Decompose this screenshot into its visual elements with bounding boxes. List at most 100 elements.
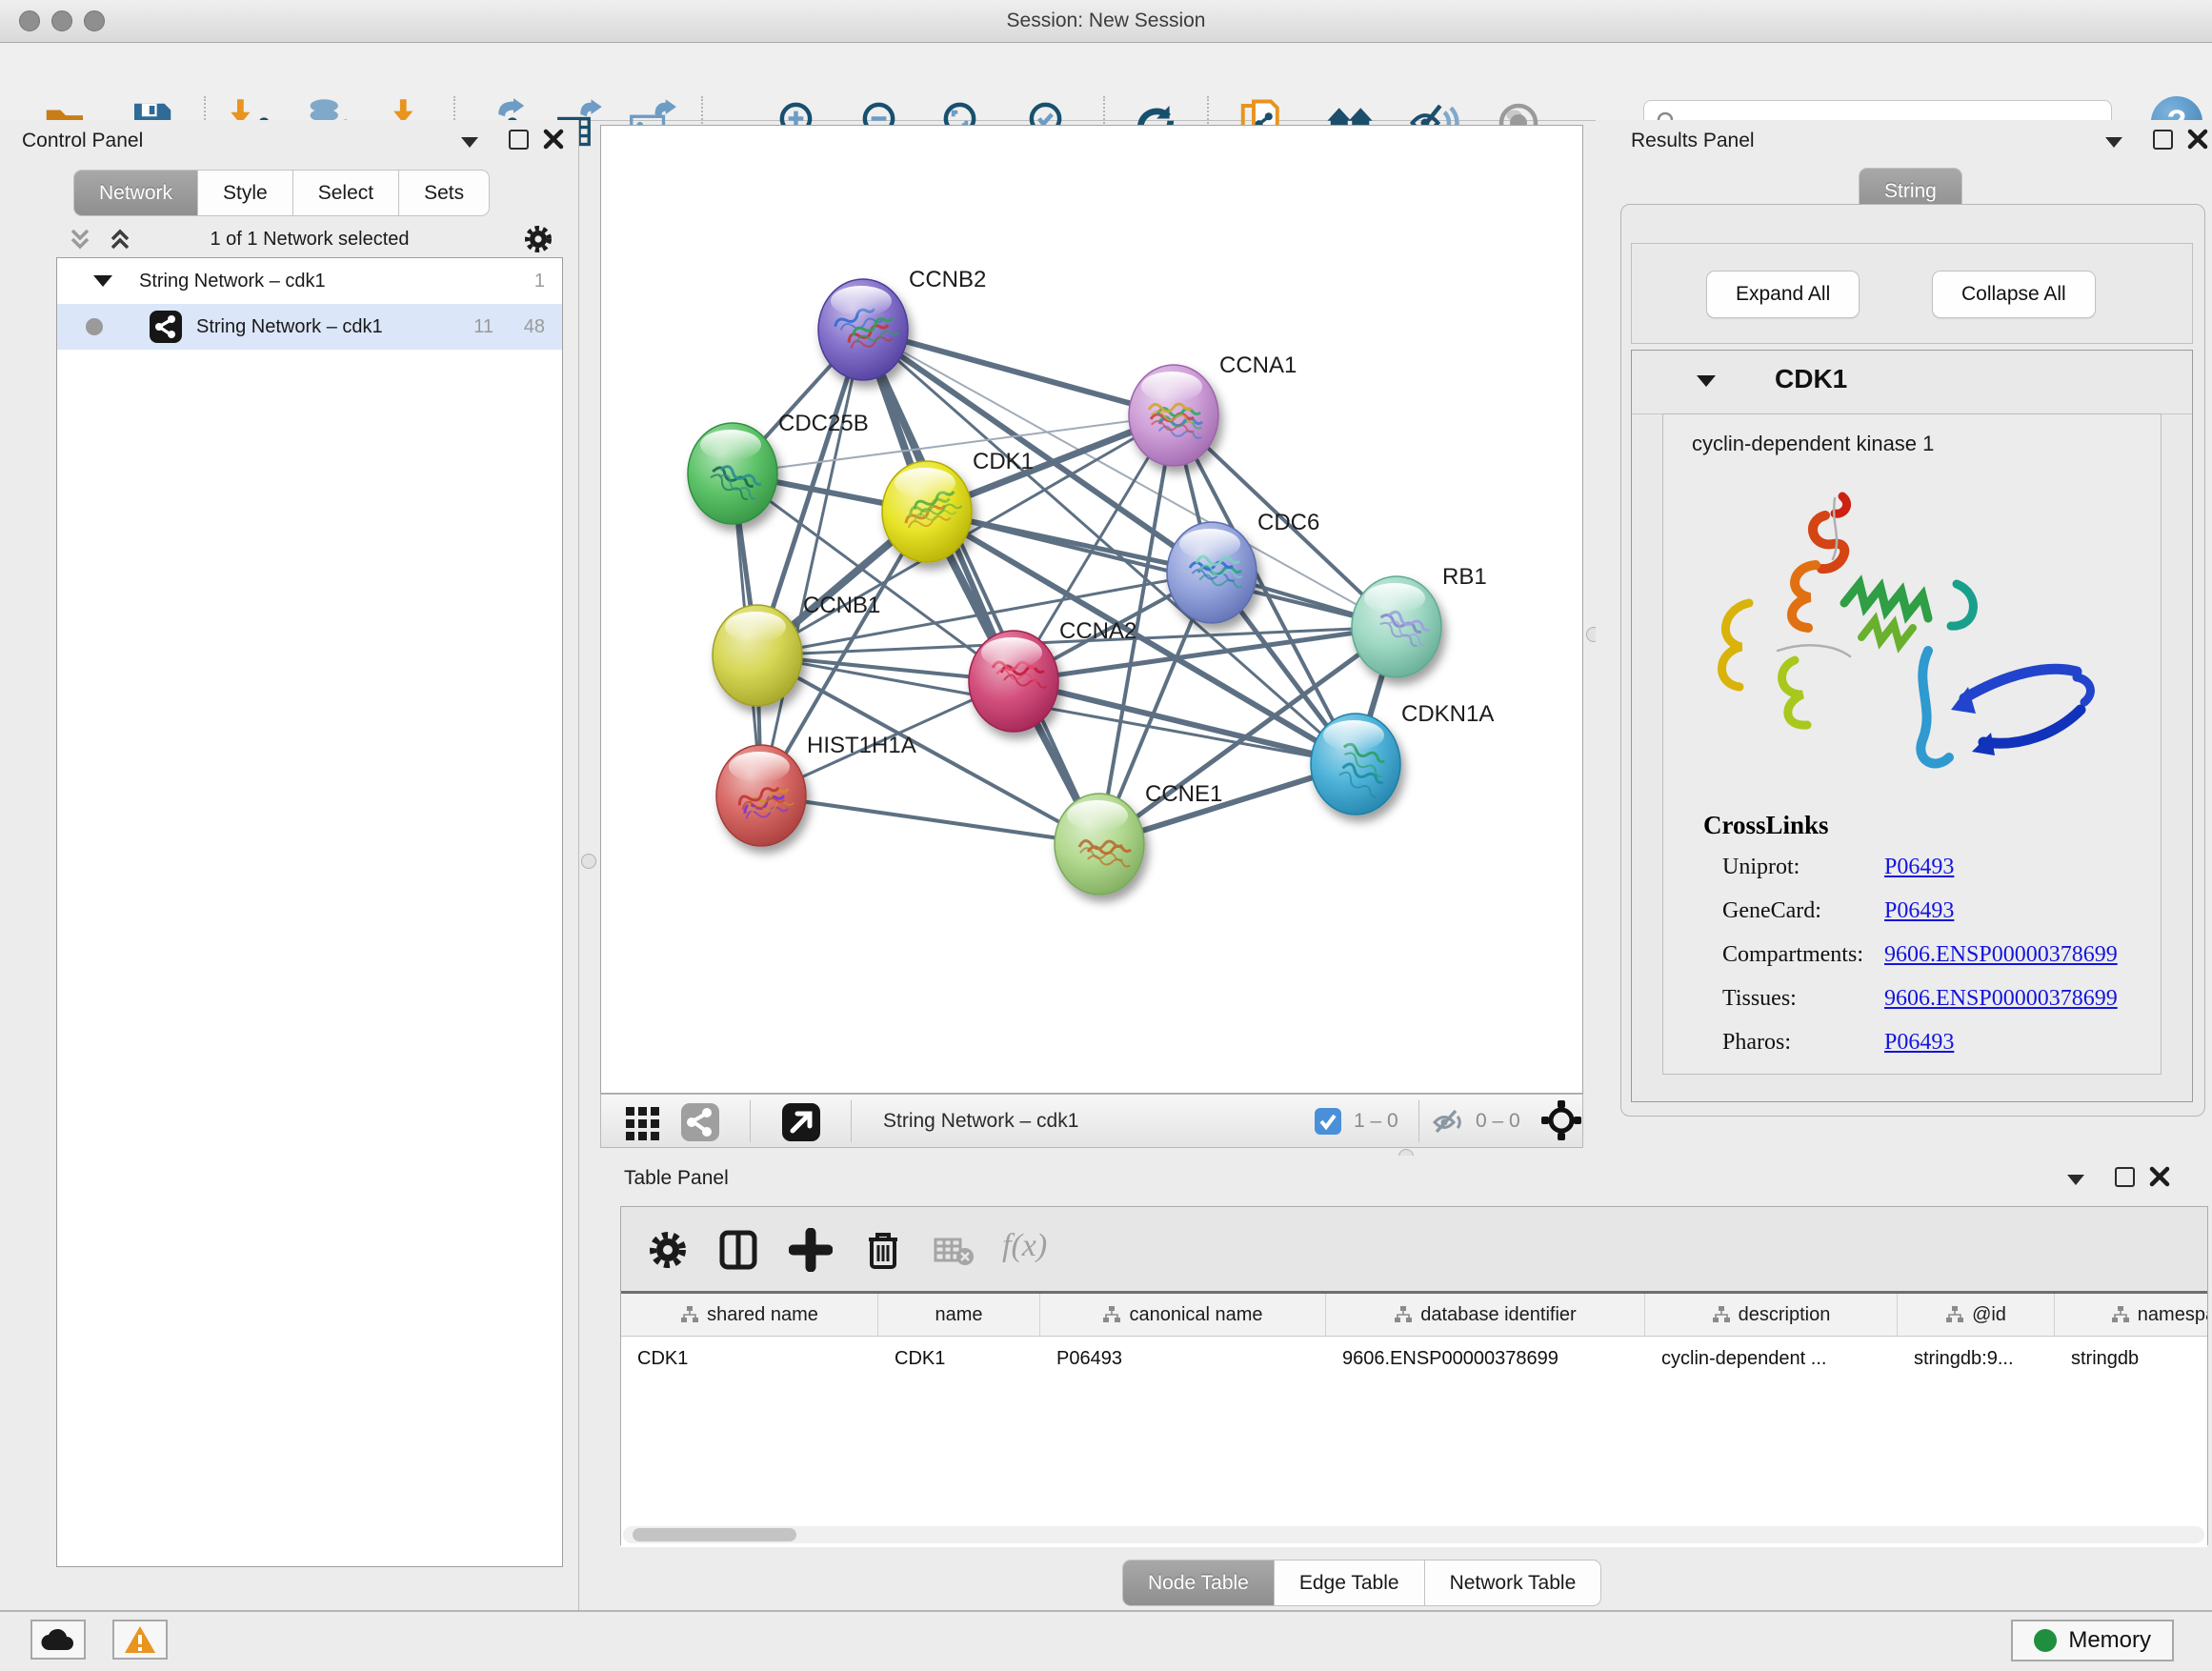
crosslink-link[interactable]: P06493 — [1884, 855, 1954, 879]
edge-CCNB2-CCNE1[interactable] — [863, 330, 1099, 844]
selected-checkbox-icon[interactable] — [1314, 1107, 1342, 1136]
column-header-description[interactable]: description — [1645, 1294, 1898, 1336]
show-columns-icon[interactable] — [716, 1228, 760, 1272]
crosslink-link[interactable]: 9606.ENSP00000378699 — [1884, 986, 2118, 1011]
table-row[interactable]: CDK1CDK1P064939606.ENSP00000378699cyclin… — [621, 1337, 2207, 1380]
cell-name[interactable]: CDK1 — [878, 1337, 1040, 1380]
cell-@id[interactable]: stringdb:9... — [1898, 1337, 2055, 1380]
collapse-all-button[interactable]: Collapse All — [1932, 271, 2096, 318]
node-HIST1H1A[interactable]: HIST1H1A — [716, 733, 916, 846]
control-panel-title: Control Panel — [22, 130, 143, 152]
close-panel-icon[interactable] — [543, 129, 564, 150]
collapse-panel-icon[interactable] — [2067, 1175, 2084, 1185]
column-header-canonical-name[interactable]: canonical name — [1040, 1294, 1326, 1336]
node-CCNE1[interactable]: CCNE1 — [1055, 781, 1222, 895]
close-panel-icon[interactable] — [2187, 129, 2208, 150]
node-CDK1[interactable]: CDK1 — [882, 449, 1034, 562]
grid-view-icon[interactable] — [622, 1101, 664, 1143]
expand-all-button[interactable]: Expand All — [1706, 271, 1860, 318]
network-list: String Network – cdk1 1 String Network –… — [56, 257, 563, 1567]
float-panel-icon[interactable] — [2153, 130, 2173, 150]
node-CCNA1[interactable]: CCNA1 — [1129, 352, 1297, 466]
horizontal-scrollbar[interactable] — [623, 1526, 2204, 1543]
collapse-panel-icon[interactable] — [2105, 137, 2122, 148]
node-entry-header[interactable]: CDK1 — [1632, 351, 2192, 414]
splitter-grip[interactable] — [581, 854, 596, 869]
crosslinks-list: Uniprot:P06493GeneCard:P06493Compartment… — [1722, 845, 2142, 1064]
crosslink-link[interactable]: P06493 — [1884, 898, 1954, 923]
expand-collection-icon[interactable] — [93, 275, 112, 287]
collection-count: 1 — [534, 258, 545, 304]
cloud-button[interactable] — [30, 1620, 86, 1660]
cell-canonical-name[interactable]: P06493 — [1040, 1337, 1326, 1380]
node-label-RB1: RB1 — [1442, 564, 1487, 590]
status-bar: Memory — [0, 1610, 2212, 1671]
node-label-CCNE1: CCNE1 — [1145, 781, 1222, 807]
cell-database-identifier[interactable]: 9606.ENSP00000378699 — [1326, 1337, 1645, 1380]
close-panel-icon[interactable] — [2149, 1166, 2170, 1187]
edge-CDK1-RB1[interactable] — [927, 512, 1397, 627]
network-list-header: 1 of 1 Network selected — [56, 221, 563, 257]
edge-CCNB2-HIST1H1A[interactable] — [761, 330, 863, 795]
delete-table-icon[interactable] — [932, 1228, 975, 1272]
share-view-icon[interactable] — [679, 1101, 721, 1143]
protein-structure-image — [1682, 470, 2140, 798]
node-CDC6[interactable]: CDC6 — [1167, 510, 1319, 623]
tab-node-table[interactable]: Node Table — [1122, 1560, 1274, 1606]
crosslink-link[interactable]: 9606.ENSP00000378699 — [1884, 942, 2118, 967]
selected-count-badge: 1 – 0 — [1354, 1095, 1398, 1147]
control-panel: Control Panel NetworkStyleSelectSets 1 o… — [0, 120, 579, 1610]
node-CCNA2[interactable]: CCNA2 — [969, 618, 1136, 732]
memory-status-dot-icon — [2034, 1629, 2057, 1652]
cell-namespace[interactable]: stringdb — [2055, 1337, 2207, 1380]
crosslink-label: GeneCard: — [1722, 889, 1884, 933]
node-table: shared namenamecanonical namedatabase id… — [621, 1291, 2207, 1547]
memory-button[interactable]: Memory — [2011, 1620, 2174, 1661]
collapse-entry-icon[interactable] — [1697, 375, 1716, 387]
column-header-name[interactable]: name — [878, 1294, 1040, 1336]
crosslink-link[interactable]: P06493 — [1884, 1030, 1954, 1055]
open-in-new-window-icon[interactable] — [780, 1101, 822, 1143]
control-panel-tabs: NetworkStyleSelectSets — [73, 170, 490, 216]
column-header-shared-name[interactable]: shared name — [621, 1294, 878, 1336]
column-header-@id[interactable]: @id — [1898, 1294, 2055, 1336]
node-label-CDK1: CDK1 — [973, 449, 1034, 474]
cell-shared-name[interactable]: CDK1 — [621, 1337, 878, 1380]
tab-network-table[interactable]: Network Table — [1424, 1560, 1602, 1606]
node-RB1[interactable]: RB1 — [1352, 564, 1487, 677]
tab-select[interactable]: Select — [292, 170, 398, 216]
tab-network[interactable]: Network — [73, 170, 197, 216]
tree-column-icon — [2111, 1305, 2130, 1324]
network-collection-row[interactable]: String Network – cdk1 1 — [57, 258, 562, 304]
delete-column-trash-icon[interactable] — [861, 1228, 905, 1272]
network-row-selected[interactable]: String Network – cdk1 11 48 — [57, 304, 562, 350]
create-column-icon[interactable] — [789, 1228, 833, 1272]
node-details-tree: CDK1 cyclin-dependent kinase 1 — [1631, 350, 2193, 1102]
crosshair-icon[interactable] — [1540, 1099, 1582, 1141]
float-panel-icon[interactable] — [2115, 1167, 2135, 1187]
node-label-CCNA1: CCNA1 — [1219, 352, 1297, 378]
node-CDKN1A[interactable]: CDKN1A — [1311, 701, 1494, 815]
node-entry-content: cyclin-dependent kinase 1 — [1662, 413, 2162, 1075]
hidden-eye-slash-icon[interactable] — [1432, 1104, 1468, 1140]
table-settings-gear-icon[interactable] — [646, 1228, 690, 1272]
function-builder-icon[interactable]: f(x) — [1002, 1228, 1047, 1264]
tab-sets[interactable]: Sets — [398, 170, 490, 216]
collapse-panel-icon[interactable] — [461, 137, 478, 148]
float-panel-icon[interactable] — [509, 130, 529, 150]
crosslinks-title: CrossLinks — [1703, 811, 1829, 840]
table-panel: Table Panel f(x) shared namenamecanonica… — [610, 1156, 2212, 1610]
tab-style[interactable]: Style — [197, 170, 292, 216]
tab-edge-table[interactable]: Edge Table — [1274, 1560, 1424, 1606]
gear-icon[interactable] — [523, 224, 553, 259]
network-canvas[interactable]: CCNB2CCNA1CDC25BCDK1CDC6RB1CCNB1CCNA2CDK… — [600, 125, 1583, 1094]
edge-HIST1H1A-CCNE1[interactable] — [761, 795, 1099, 844]
warning-button[interactable] — [112, 1620, 168, 1660]
node-CCNB1[interactable]: CCNB1 — [713, 593, 880, 706]
cell-description[interactable]: cyclin-dependent ... — [1645, 1337, 1898, 1380]
column-header-namespace[interactable]: namespace — [2055, 1294, 2207, 1336]
column-header-database-identifier[interactable]: database identifier — [1326, 1294, 1645, 1336]
string-network-graph[interactable]: CCNB2CCNA1CDC25BCDK1CDC6RB1CCNB1CCNA2CDK… — [601, 126, 1582, 1093]
scrollbar-thumb[interactable] — [633, 1528, 796, 1541]
node-label-CDC25B: CDC25B — [778, 411, 869, 436]
